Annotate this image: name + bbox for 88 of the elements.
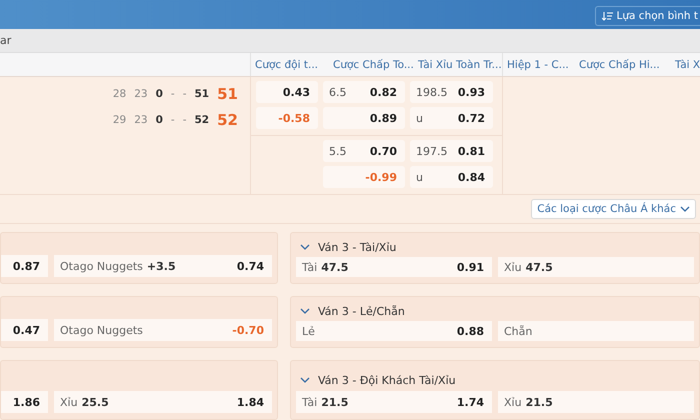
handicap-line: +3.5 bbox=[146, 260, 176, 273]
selection-label: Xỉu bbox=[60, 396, 78, 409]
odds-cell[interactable]: Tài 47.5 0.91 bbox=[296, 257, 492, 278]
odds-value: 0.84 bbox=[458, 170, 485, 184]
odds-value: 0.82 bbox=[370, 86, 397, 99]
odds-value: 0.91 bbox=[456, 260, 484, 274]
odds-cell[interactable]: Xỉu 21.5 bbox=[498, 391, 694, 414]
column-header: Cược Chấp Hi... bbox=[578, 58, 661, 71]
stat-value: 28 bbox=[112, 88, 126, 100]
handicap-line: 6.5 bbox=[329, 86, 346, 99]
odds-value: 0.88 bbox=[456, 324, 484, 338]
market-dropdown[interactable]: Các loại cược Châu Á khác bbox=[531, 199, 696, 220]
market-title: Ván 3 - Tài/Xỉu bbox=[318, 240, 396, 254]
selection-label: Tài bbox=[302, 260, 318, 274]
odds-cell[interactable]: 0.43 bbox=[256, 81, 318, 104]
current-score: 0 bbox=[156, 88, 163, 100]
stat-value: 23 bbox=[134, 114, 148, 126]
odds-cell[interactable]: u 0.84 bbox=[410, 166, 493, 188]
handicap-line: u bbox=[416, 112, 423, 125]
column-header: Hiệp 1 - C... bbox=[506, 58, 570, 71]
odds-cell[interactable]: 0.89 bbox=[323, 107, 405, 130]
handicap-line: 47.5 bbox=[526, 260, 553, 274]
odds-cell[interactable]: Xỉu 47.5 bbox=[498, 257, 694, 278]
team-score: 52 bbox=[194, 114, 210, 126]
handicap-line: 197.5 bbox=[416, 144, 448, 158]
selection-label: Otago Nuggets bbox=[60, 260, 143, 273]
total-score: 51 bbox=[217, 85, 238, 104]
selection-label: Xỉu bbox=[504, 396, 522, 409]
column-header: Tài Xỉu Toàn Tr... bbox=[417, 58, 502, 71]
odds-value: 0.70 bbox=[370, 144, 397, 158]
odds-value: 0.89 bbox=[370, 112, 397, 125]
odds-cell[interactable]: 1.86 bbox=[1, 391, 48, 414]
odds-cell[interactable]: Chẵn bbox=[498, 321, 694, 342]
team-score: 51 bbox=[194, 88, 210, 100]
odds-value: 1.84 bbox=[236, 396, 264, 409]
odds-value: 0.93 bbox=[458, 86, 485, 99]
odds-value: 0.47 bbox=[12, 324, 40, 337]
handicap-line: 21.5 bbox=[526, 396, 553, 409]
sort-icon bbox=[602, 12, 613, 21]
odds-value: 1.86 bbox=[12, 396, 40, 409]
column-header: Cược Chấp To... bbox=[332, 58, 414, 71]
handicap-line: 198.5 bbox=[416, 86, 448, 99]
odds-cell[interactable]: 198.5 0.93 bbox=[410, 81, 493, 104]
odds-cell[interactable]: Tài 21.5 1.74 bbox=[296, 391, 492, 414]
odds-cell[interactable]: Otago Nuggets +3.5 0.74 bbox=[54, 255, 272, 278]
odds-value: 0.87 bbox=[12, 260, 40, 273]
league-name: ar bbox=[0, 34, 12, 47]
total-score: 52 bbox=[217, 111, 238, 130]
selection-label: Lẻ bbox=[302, 324, 315, 338]
column-header: Tài X bbox=[674, 58, 700, 71]
handicap-line: 21.5 bbox=[321, 396, 348, 409]
odds-value: 0.81 bbox=[458, 144, 485, 158]
odds-value: 0.72 bbox=[458, 112, 485, 125]
odds-cell[interactable]: Otago Nuggets -0.70 bbox=[54, 319, 272, 342]
odds-value: -0.58 bbox=[278, 112, 310, 125]
period-score: - bbox=[170, 114, 175, 126]
selection-label: Xỉu bbox=[504, 260, 522, 274]
odds-cell[interactable]: 6.5 0.82 bbox=[323, 81, 405, 104]
stat-value: 23 bbox=[134, 88, 148, 100]
odds-cell[interactable]: Xỉu 25.5 1.84 bbox=[54, 391, 272, 414]
odds-cell[interactable]: 0.47 bbox=[1, 319, 48, 342]
sort-button[interactable]: Lựa chọn bình t bbox=[594, 6, 700, 26]
market-title: Ván 3 - Đội Khách Tài/Xỉu bbox=[318, 374, 456, 387]
odds-cell[interactable]: 197.5 0.81 bbox=[410, 140, 493, 162]
odds-value: -0.70 bbox=[232, 324, 264, 337]
selection-label: Otago Nuggets bbox=[60, 324, 143, 337]
odds-cell[interactable]: Lẻ 0.88 bbox=[296, 321, 492, 342]
odds-value: -0.99 bbox=[365, 170, 397, 184]
odds-cell[interactable]: u 0.72 bbox=[410, 107, 493, 130]
handicap-line: 25.5 bbox=[82, 396, 109, 409]
period-score: - bbox=[182, 114, 186, 126]
selection-label: Chẵn bbox=[504, 324, 532, 338]
market-title: Ván 3 - Lẻ/Chẵn bbox=[318, 304, 405, 318]
current-score: 0 bbox=[156, 114, 163, 126]
handicap-line: 47.5 bbox=[321, 260, 348, 274]
handicap-line: 5.5 bbox=[329, 144, 346, 158]
handicap-line: u bbox=[416, 170, 423, 184]
column-header: Cược đội t... bbox=[254, 58, 319, 71]
period-score: - bbox=[170, 88, 175, 100]
selection-label: Tài bbox=[302, 396, 318, 409]
period-score: - bbox=[182, 88, 186, 100]
odds-value: 0.43 bbox=[282, 86, 310, 99]
odds-cell[interactable]: 0.87 bbox=[1, 255, 48, 278]
odds-value: 1.74 bbox=[456, 396, 484, 409]
chevron-down-icon bbox=[680, 206, 690, 213]
odds-value: 0.74 bbox=[236, 260, 264, 273]
stat-value: 29 bbox=[112, 114, 126, 126]
odds-cell[interactable]: 5.5 0.70 bbox=[323, 140, 405, 162]
